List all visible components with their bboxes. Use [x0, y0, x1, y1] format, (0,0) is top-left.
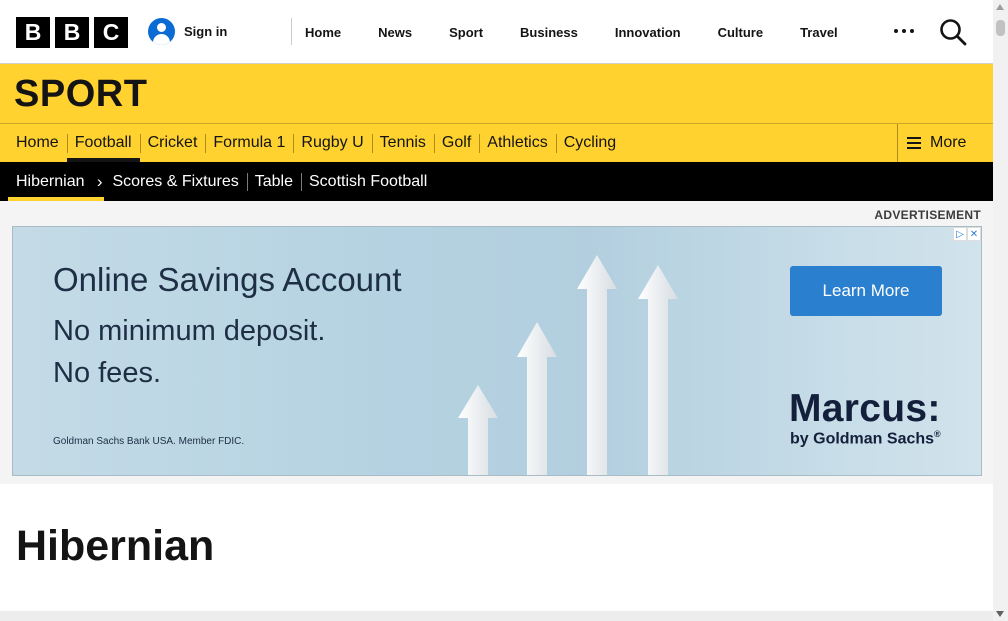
ad-brand-sub: by Goldman Sachs®	[790, 429, 941, 448]
ad-choices[interactable]: ▷ ✕	[953, 227, 981, 241]
sign-in-button[interactable]: Sign in	[148, 18, 227, 45]
team-subnav: Hibernian › Scores & Fixtures Table Scot…	[0, 162, 993, 201]
global-nav-home[interactable]: Home	[305, 25, 341, 40]
logo-letter: C	[94, 17, 128, 48]
chevron-right-icon: ›	[96, 172, 103, 191]
more-label: More	[930, 134, 967, 151]
sport-nav-athletics[interactable]: Athletics	[479, 124, 555, 162]
more-dots-icon[interactable]	[894, 29, 914, 33]
learn-more-button[interactable]: Learn More	[790, 266, 942, 316]
global-nav: Home News Sport Business Innovation Cult…	[305, 0, 875, 64]
page-title: Hibernian	[16, 522, 215, 570]
ad-brand-sub-text: by Goldman Sachs	[790, 430, 935, 448]
sport-title[interactable]: SPORT	[14, 73, 147, 116]
subnav-scores-fixtures[interactable]: Scores & Fixtures	[104, 162, 246, 201]
ad-headline: Online Savings Account	[53, 261, 402, 298]
ad-brand-mark: ®	[934, 429, 941, 439]
ad-brand-logo: Marcus:	[789, 387, 941, 430]
scroll-up-arrow-icon[interactable]	[996, 4, 1004, 10]
scroll-down-arrow-icon[interactable]	[996, 611, 1004, 617]
global-nav-sport[interactable]: Sport	[449, 25, 483, 40]
ad-close-icon[interactable]: ✕	[967, 227, 981, 241]
global-header: B B C Sign in Home News Sport Business I…	[0, 0, 993, 64]
header-divider	[291, 18, 292, 45]
sport-nav-golf[interactable]: Golf	[433, 124, 479, 162]
sport-nav-tennis[interactable]: Tennis	[371, 124, 434, 162]
sport-nav: Home Football Cricket Formula 1 Rugby U …	[0, 124, 993, 162]
sport-nav-formula-1[interactable]: Formula 1	[205, 124, 293, 162]
logo-letter: B	[55, 17, 89, 48]
ad-container: ADVERTISEMENT Online Savings Account No …	[0, 201, 993, 484]
sport-nav-cricket[interactable]: Cricket	[139, 124, 206, 162]
ad-fine-print: Goldman Sachs Bank USA. Member FDIC.	[53, 436, 245, 447]
global-nav-news[interactable]: News	[378, 25, 412, 40]
bbc-logo[interactable]: B B C	[16, 17, 128, 48]
subnav-current-label: Hibernian	[16, 173, 85, 190]
global-nav-innovation[interactable]: Innovation	[615, 25, 681, 40]
section-divider	[0, 611, 993, 621]
sport-banner: SPORT	[0, 64, 993, 124]
logo-letter: B	[16, 17, 50, 48]
ad-info-icon[interactable]: ▷	[953, 227, 967, 241]
search-icon[interactable]	[939, 18, 967, 46]
advert-banner[interactable]: Online Savings Account No minimum deposi…	[12, 226, 982, 476]
hamburger-icon	[907, 137, 921, 149]
sport-nav-cycling[interactable]: Cycling	[555, 124, 624, 162]
more-menu-button[interactable]: More	[897, 124, 993, 162]
page-scrollbar[interactable]	[993, 0, 1008, 621]
ad-line-2: No minimum deposit.	[53, 315, 326, 347]
subnav-scottish-football[interactable]: Scottish Football	[301, 162, 435, 201]
user-avatar-icon	[148, 18, 175, 45]
sign-in-label: Sign in	[184, 24, 228, 39]
rising-arrows-graphic	[458, 255, 678, 475]
sport-nav-football[interactable]: Football	[66, 124, 140, 162]
scroll-thumb[interactable]	[996, 20, 1005, 36]
sport-nav-rugby-union[interactable]: Rugby U	[293, 124, 371, 162]
sport-nav-home[interactable]: Home	[8, 124, 67, 162]
subnav-table[interactable]: Table	[246, 162, 301, 201]
global-nav-culture[interactable]: Culture	[718, 25, 764, 40]
ad-label: ADVERTISEMENT	[874, 208, 981, 222]
ad-line-3: No fees.	[53, 357, 161, 389]
global-nav-business[interactable]: Business	[520, 25, 578, 40]
global-nav-travel[interactable]: Travel	[800, 25, 838, 40]
subnav-hibernian[interactable]: Hibernian ›	[8, 162, 105, 201]
